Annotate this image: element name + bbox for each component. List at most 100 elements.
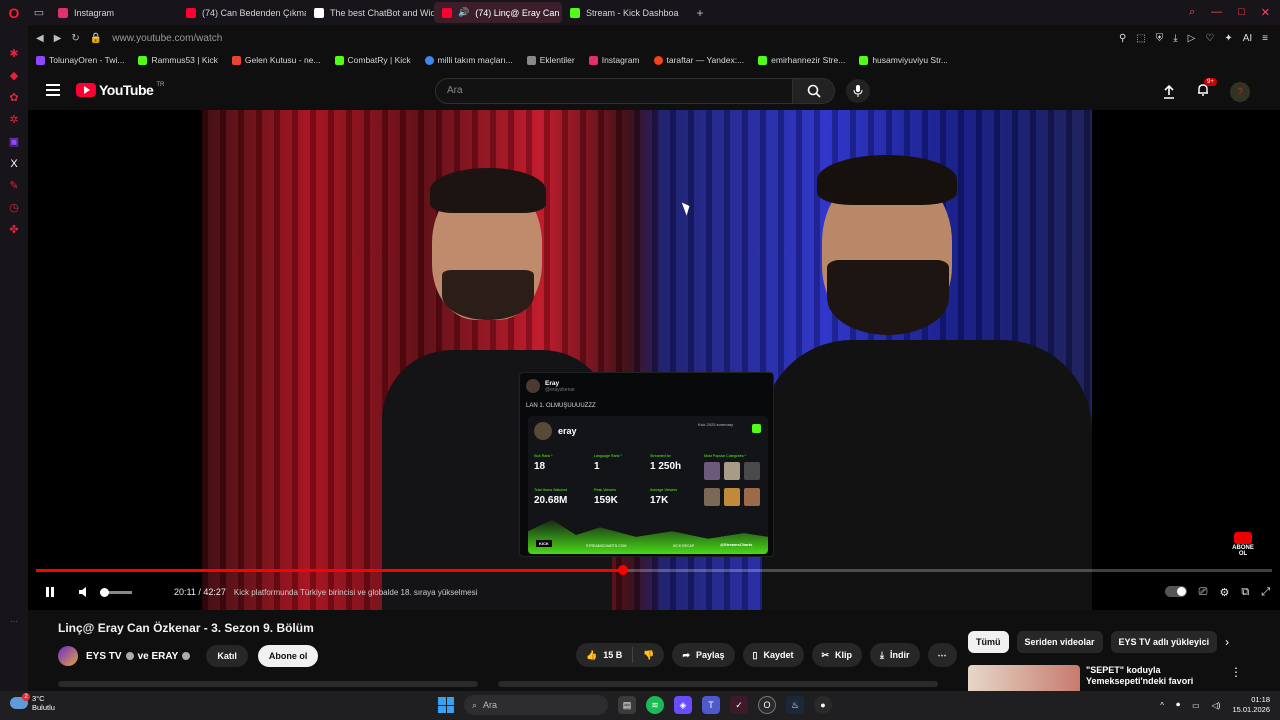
app-icon[interactable]: ✓ xyxy=(730,696,748,714)
settings-icon[interactable]: ⚙ xyxy=(1219,586,1229,599)
extensions-icon[interactable]: ✦ xyxy=(1224,33,1232,44)
download-icon[interactable]: ⤓ xyxy=(1173,33,1177,44)
chevron-up-icon[interactable]: ^ xyxy=(1160,701,1164,710)
bookmark-item[interactable]: husamviyuviyu Str... xyxy=(859,55,948,65)
tab-chatbot[interactable]: The best ChatBot and Wid xyxy=(306,2,434,23)
close-icon[interactable]: ✕ xyxy=(1261,6,1270,19)
youtube-logo[interactable]: YouTube TR xyxy=(76,82,164,98)
chevron-right-icon[interactable]: › xyxy=(1225,635,1229,649)
bookmark-item[interactable]: CombatRy | Kick xyxy=(334,55,411,65)
bookmark-item[interactable]: Gelen Kutusu - ne... xyxy=(231,55,321,65)
dislike-button[interactable]: 👎 xyxy=(633,643,664,667)
sidebar-app-icon[interactable]: ✱ xyxy=(7,47,21,61)
clip-button[interactable]: ✂ Klip xyxy=(811,643,863,667)
opera-logo-icon[interactable]: O xyxy=(0,5,28,21)
file-explorer-icon[interactable]: ▤ xyxy=(618,696,636,714)
clock[interactable]: 01:18 15.01.2026 xyxy=(1232,695,1270,715)
tab-instagram[interactable]: Instagram xyxy=(50,2,178,23)
new-tab-button[interactable]: + xyxy=(690,6,710,20)
copilot-icon[interactable]: ◈ xyxy=(674,696,692,714)
upload-icon[interactable] xyxy=(1162,85,1176,99)
chapter-title[interactable]: Kick platformunda Türkiye birincisi ve g… xyxy=(234,588,478,597)
shield-icon[interactable]: ⛨ xyxy=(1156,33,1164,44)
reload-icon[interactable]: ↻ xyxy=(71,33,79,44)
teams-icon[interactable]: T xyxy=(702,696,720,714)
more-actions-button[interactable]: ⋯ xyxy=(927,643,957,667)
chip-series[interactable]: Seriden videolar xyxy=(1016,631,1103,653)
mic-tray-icon[interactable]: ⏺ xyxy=(1176,700,1180,710)
bookmark-item[interactable]: Eklentiler xyxy=(526,55,575,65)
category-thumb xyxy=(724,488,740,506)
game-icon[interactable]: ● xyxy=(814,696,832,714)
search-tabs-icon[interactable]: ⌕ xyxy=(1189,6,1195,19)
forward-icon[interactable]: ▶ xyxy=(54,33,62,44)
notifications-button[interactable]: 9+ xyxy=(1196,77,1217,102)
sidebar-more-icon[interactable]: ⋯ xyxy=(7,615,21,629)
bookmark-item[interactable]: milli takım maçları... xyxy=(424,55,513,65)
sidebar-app-icon[interactable]: ✤ xyxy=(7,223,21,237)
menu-icon[interactable] xyxy=(46,84,60,96)
weather-widget[interactable]: 2 3°C Bulutlu xyxy=(10,693,55,712)
history-icon[interactable]: ◷ xyxy=(7,201,21,215)
like-button[interactable]: 👍 15 B xyxy=(576,643,632,667)
channel-collab[interactable]: ve ERAY xyxy=(138,651,179,662)
heart-icon[interactable]: ♡ xyxy=(1205,33,1214,44)
sidebar-app-icon[interactable]: ◆ xyxy=(7,69,21,83)
download-button[interactable]: ⤓ İndir xyxy=(870,643,920,667)
snapshot-icon[interactable]: ⬚ xyxy=(1136,33,1145,44)
bookmark-item[interactable]: taraftar — Yandex:... xyxy=(653,55,744,65)
subscribe-button[interactable]: Abone ol xyxy=(257,645,319,667)
start-button[interactable] xyxy=(438,697,454,713)
spotify-icon[interactable]: ≋ xyxy=(646,696,664,714)
maximize-icon[interactable]: □ xyxy=(1238,6,1245,19)
autoplay-toggle[interactable] xyxy=(1164,585,1187,597)
volume-slider[interactable] xyxy=(100,587,132,597)
opera-taskbar-icon[interactable]: O xyxy=(758,696,776,714)
bookmark-item[interactable]: emirhannezir Stre... xyxy=(758,55,845,65)
x-icon[interactable]: X xyxy=(7,157,21,171)
volume-tray-icon[interactable]: ◁) xyxy=(1212,701,1221,710)
taskbar-search[interactable]: ⌕ Ara xyxy=(464,695,608,715)
sidebar-app-icon[interactable]: ✎ xyxy=(7,179,21,193)
share-button[interactable]: ➦ Paylaş xyxy=(672,643,735,667)
pause-button[interactable] xyxy=(40,582,60,602)
tab-youtube-1[interactable]: (74) Can Bedenden Çıkma xyxy=(178,2,306,23)
subscribe-watermark[interactable]: ABONE OL xyxy=(1229,532,1257,562)
progress-bar[interactable] xyxy=(36,565,1272,575)
subtitles-icon[interactable]: ⎚ xyxy=(1199,586,1208,599)
chip-all[interactable]: Tümü xyxy=(968,631,1009,653)
sidebar-app-icon[interactable]: ✿ xyxy=(7,91,21,105)
channel-name[interactable]: EYS TV xyxy=(86,651,122,662)
chip-uploader[interactable]: EYS TV adlı yükleyici xyxy=(1110,631,1218,653)
network-icon[interactable]: ▭ xyxy=(1192,701,1200,710)
bookmark-item[interactable]: TolunayOren - Twi... xyxy=(36,55,124,65)
steam-icon[interactable]: ♨ xyxy=(786,696,804,714)
channel-avatar[interactable] xyxy=(58,646,78,666)
save-button[interactable]: ▯ Kaydet xyxy=(742,643,804,667)
fullscreen-icon[interactable]: ⤢ xyxy=(1261,586,1270,599)
minimize-icon[interactable]: — xyxy=(1211,6,1222,19)
pin-icon[interactable]: ⚲ xyxy=(1119,33,1126,44)
mic-button[interactable] xyxy=(846,79,870,103)
miniplayer-icon[interactable]: ⧉ xyxy=(1241,586,1249,599)
join-button[interactable]: Katıl xyxy=(206,645,248,667)
menu-icon[interactable]: ≡ xyxy=(1262,33,1268,44)
mute-button[interactable] xyxy=(74,582,94,602)
tab-kick-dashboard[interactable]: Stream - Kick Dashboa xyxy=(562,2,690,23)
search-input[interactable]: Ara xyxy=(435,78,793,104)
search-icon: ⌕ xyxy=(472,699,478,710)
bookmark-item[interactable]: Instagram xyxy=(588,55,640,65)
search-button[interactable] xyxy=(793,78,835,104)
ai-icon[interactable]: AI xyxy=(1243,33,1252,44)
twitch-icon[interactable]: ▣ xyxy=(7,135,21,149)
back-icon[interactable]: ◀ xyxy=(36,33,44,44)
tab-youtube-active[interactable]: 🔊 (74) Linç@ Eray Can Ö xyxy=(434,2,562,23)
player-icon[interactable]: ▷ xyxy=(1188,33,1196,44)
bookmark-item[interactable]: Rammus53 | Kick xyxy=(138,55,218,65)
sidebar-app-icon[interactable]: ✲ xyxy=(7,113,21,127)
video-player[interactable]: Eray @erayzkenar LAN 1. OLMUŞUUUUZZZ era… xyxy=(28,110,1280,610)
url-field[interactable]: www.youtube.com/watch xyxy=(112,33,222,44)
kick-icon xyxy=(859,55,869,65)
avatar[interactable]: ? xyxy=(1230,82,1250,102)
tab-menu-icon[interactable]: ▭ xyxy=(28,6,50,19)
